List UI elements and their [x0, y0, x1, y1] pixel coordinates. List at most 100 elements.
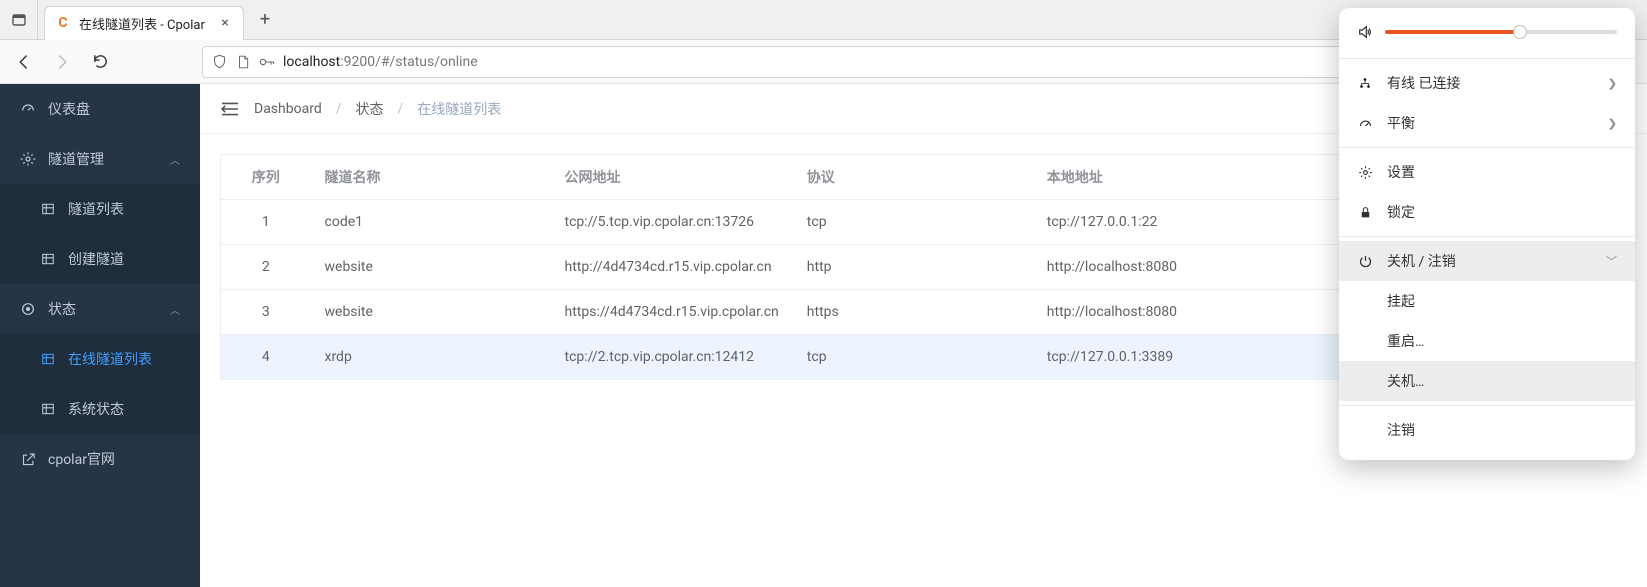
- chevron-right-icon: ❯: [1608, 77, 1617, 90]
- sidebar-item-label: 系统状态: [68, 399, 124, 419]
- crumb-current: 在线隧道列表: [417, 99, 501, 119]
- sidebar-item-label: cpolar官网: [48, 449, 115, 469]
- menu-separator: [1339, 236, 1635, 237]
- cell-name: code1: [311, 200, 551, 245]
- cell-proto: tcp: [793, 335, 1033, 380]
- menu-separator: [1339, 405, 1635, 406]
- crumb-dashboard[interactable]: Dashboard: [254, 101, 322, 117]
- menu-item-power[interactable]: 关机 / 注销 ﹀: [1339, 241, 1635, 281]
- chevron-right-icon: ❯: [1608, 117, 1617, 130]
- sidebar: 仪表盘 隧道管理 ︿ 隧道列表 创建隧道 状态 ︿ 在线隧道列表: [0, 84, 200, 587]
- volume-thumb[interactable]: [1513, 25, 1527, 39]
- menu-label: 注销: [1387, 420, 1617, 440]
- chevron-up-icon: ︿: [170, 152, 180, 167]
- cell-name: website: [311, 245, 551, 290]
- sidebar-item-dashboard[interactable]: 仪表盘: [0, 84, 200, 134]
- gauge-icon: [20, 101, 36, 117]
- cell-name: xrdp: [311, 335, 551, 380]
- table-icon: [40, 402, 56, 416]
- shield-icon: [211, 54, 227, 70]
- sidebar-item-label: 状态: [48, 299, 76, 319]
- url-text: localhost:9200/#/status/online: [283, 54, 478, 70]
- table-icon: [40, 352, 56, 366]
- browser-tab-active[interactable]: C 在线隧道列表 - Cpolar ×: [44, 6, 244, 40]
- volume-control[interactable]: [1339, 16, 1635, 54]
- menu-item-shutdown[interactable]: 关机…: [1339, 361, 1635, 401]
- network-icon: [1357, 76, 1373, 90]
- window-menu-button[interactable]: [0, 0, 38, 40]
- sidebar-group-status[interactable]: 状态 ︿: [0, 284, 200, 334]
- tab-favicon: C: [55, 15, 71, 31]
- target-icon: [20, 301, 36, 317]
- table-icon: [40, 202, 56, 216]
- gear-icon: [20, 151, 36, 167]
- chevron-up-icon: ︿: [170, 302, 180, 317]
- menu-item-restart[interactable]: 重启…: [1339, 321, 1635, 361]
- sidebar-item-online-list[interactable]: 在线隧道列表: [0, 334, 200, 384]
- sidebar-item-label: 隧道列表: [68, 199, 124, 219]
- volume-slider[interactable]: [1385, 30, 1617, 34]
- new-tab-button[interactable]: +: [248, 3, 282, 37]
- sidebar-item-create-tunnel[interactable]: 创建隧道: [0, 234, 200, 284]
- lock-icon: [1357, 205, 1373, 220]
- page-icon: [235, 54, 251, 70]
- cell-public: https://4d4734cd.r15.vip.cpolar.cn: [551, 290, 793, 335]
- sidebar-item-label: 隧道管理: [48, 149, 104, 169]
- menu-item-settings[interactable]: 设置: [1339, 152, 1635, 192]
- table-icon: [40, 252, 56, 266]
- th-name: 隧道名称: [311, 155, 551, 200]
- menu-label: 设置: [1387, 162, 1617, 182]
- cell-seq: 2: [221, 245, 311, 290]
- cell-proto: tcp: [793, 200, 1033, 245]
- th-public: 公网地址: [551, 155, 793, 200]
- cell-public: http://4d4734cd.r15.vip.cpolar.cn: [551, 245, 793, 290]
- reload-button[interactable]: [84, 46, 116, 78]
- tab-close-icon[interactable]: ×: [217, 15, 233, 31]
- menu-item-balance[interactable]: 平衡 ❯: [1339, 103, 1635, 143]
- menu-label: 重启…: [1387, 331, 1617, 351]
- cell-proto: https: [793, 290, 1033, 335]
- th-seq: 序列: [221, 155, 311, 200]
- cell-seq: 1: [221, 200, 311, 245]
- cell-seq: 3: [221, 290, 311, 335]
- cell-public: tcp://5.tcp.vip.cpolar.cn:13726: [551, 200, 793, 245]
- menu-label: 挂起: [1387, 291, 1617, 311]
- sidebar-item-tunnel-list[interactable]: 隧道列表: [0, 184, 200, 234]
- cell-public: tcp://2.tcp.vip.cpolar.cn:12412: [551, 335, 793, 380]
- forward-button[interactable]: [46, 46, 78, 78]
- menu-separator: [1339, 58, 1635, 59]
- th-proto: 协议: [793, 155, 1033, 200]
- tab-title: 在线隧道列表 - Cpolar: [79, 14, 209, 33]
- power-icon: [1357, 254, 1373, 269]
- menu-label: 平衡: [1387, 113, 1594, 133]
- sidebar-item-system-status[interactable]: 系统状态: [0, 384, 200, 434]
- menu-item-lock[interactable]: 锁定: [1339, 192, 1635, 232]
- menu-item-wired[interactable]: 有线 已连接 ❯: [1339, 63, 1635, 103]
- chevron-down-icon: ﹀: [1606, 253, 1617, 269]
- crumb-status[interactable]: 状态: [356, 99, 384, 119]
- menu-label: 关机 / 注销: [1387, 251, 1592, 271]
- sidebar-group-tunnel-mgmt[interactable]: 隧道管理 ︿: [0, 134, 200, 184]
- crumb-sep: /: [336, 101, 342, 117]
- menu-label: 关机…: [1387, 371, 1617, 391]
- menu-label: 有线 已连接: [1387, 73, 1594, 93]
- menu-separator: [1339, 147, 1635, 148]
- menu-item-logout[interactable]: 注销: [1339, 410, 1635, 450]
- menu-item-suspend[interactable]: 挂起: [1339, 281, 1635, 321]
- cell-seq: 4: [221, 335, 311, 380]
- volume-fill: [1385, 30, 1520, 34]
- gear-icon: [1357, 165, 1373, 180]
- back-button[interactable]: [8, 46, 40, 78]
- menu-label: 锁定: [1387, 202, 1617, 222]
- cell-name: website: [311, 290, 551, 335]
- sidebar-item-label: 创建隧道: [68, 249, 124, 269]
- key-icon: [259, 54, 275, 70]
- volume-icon: [1357, 24, 1373, 40]
- sidebar-item-label: 在线隧道列表: [68, 349, 152, 369]
- system-menu: 有线 已连接 ❯ 平衡 ❯ 设置 锁定 关机 / 注销 ﹀ 挂起 重启… 关机……: [1339, 8, 1635, 460]
- crumb-sep: /: [398, 101, 404, 117]
- collapse-sidebar-icon[interactable]: [220, 101, 240, 117]
- meter-icon: [1357, 116, 1373, 131]
- sidebar-item-official-site[interactable]: cpolar官网: [0, 434, 200, 484]
- external-link-icon: [20, 452, 36, 467]
